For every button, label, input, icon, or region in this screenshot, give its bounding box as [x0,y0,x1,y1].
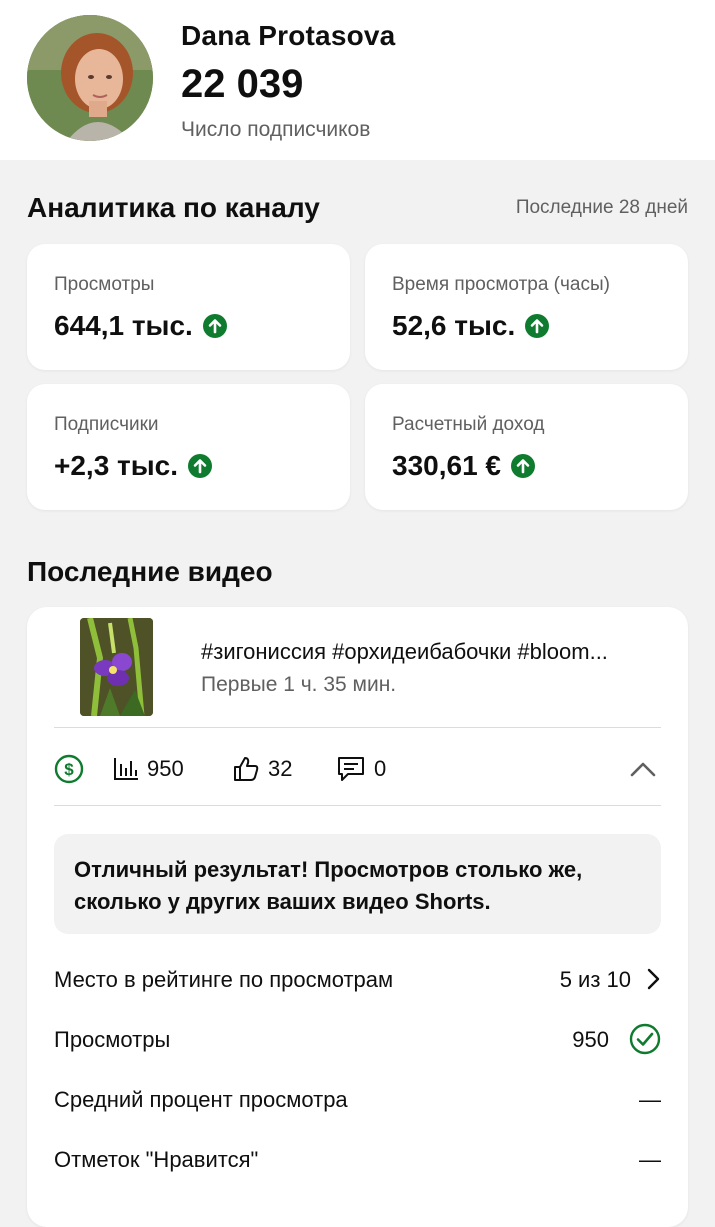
video-title[interactable]: #зигониссия #орхидеибабочки #bloom... [201,639,671,665]
divider [54,805,661,806]
views-stat: 950 [113,753,184,785]
detail-value: 5 из 10 [559,967,631,992]
metric-card-views[interactable]: Просмотры 644,1 тыс. [27,244,350,370]
avatar-image [27,15,153,141]
trend-up-icon [511,454,535,478]
detail-row-avg-percent: Средний процент просмотра — [54,1079,661,1119]
channel-avatar[interactable] [27,15,153,141]
detail-row-views: Просмотры 950 [54,1019,661,1059]
recent-videos-title: Последние видео [27,556,273,587]
monetization-status: $ [54,753,84,785]
analytics-title: Аналитика по каналу [27,192,320,223]
metric-label: Расчетный доход [392,414,545,435]
metric-label: Просмотры [54,274,155,295]
channel-name: Dana Protasova [181,20,396,51]
detail-row-ranking[interactable]: Место в рейтинге по просмотрам 5 из 10 [54,959,661,999]
chevron-right-icon [645,967,661,996]
metric-value-row: 52,6 тыс. [392,310,550,342]
comment-icon [338,757,364,781]
divider [54,727,661,728]
trend-up-icon [188,454,213,478]
likes-count: 32 [268,756,293,781]
metric-card-watch-time[interactable]: Время просмотра (часы) 52,6 тыс. [365,244,688,370]
metric-card-subscribers[interactable]: Подписчики +2,3 тыс. [27,384,350,510]
check-circle-icon [629,1023,661,1060]
metric-value: +2,3 тыс. [54,450,179,481]
trend-up-icon [202,314,227,338]
chevron-up-icon [630,762,656,777]
metric-label: Подписчики [54,414,159,435]
orchid-thumbnail-image [80,618,153,716]
collapse-button[interactable] [625,753,661,785]
trend-up-icon [525,314,550,338]
metric-label: Время просмотра (часы) [392,274,610,295]
detail-value: 950 [572,1027,609,1052]
likes-stat: 32 [232,753,292,785]
metric-value: 52,6 тыс. [392,310,516,341]
detail-label: Место в рейтинге по просмотрам [54,967,394,992]
detail-row-likes: Отметок "Нравится" — [54,1139,661,1179]
analytics-period: Последние 28 дней [515,197,688,218]
detail-value: — [639,1087,661,1112]
video-thumbnail[interactable] [80,618,153,716]
performance-feedback: Отличный результат! Просмотров столько ж… [54,834,661,934]
detail-value: — [639,1147,661,1172]
thumbs-up-icon [234,757,259,781]
detail-label: Просмотры [54,1027,171,1052]
video-age: Первые 1 ч. 35 мин. [201,673,397,696]
feedback-text: Отличный результат! Просмотров столько ж… [74,857,583,914]
metric-value-row: +2,3 тыс. [54,450,213,482]
dollar-circle-icon: $ [54,754,84,784]
bar-chart-icon [114,758,138,780]
comments-count: 0 [374,756,387,781]
comments-stat: 0 [336,753,386,785]
svg-text:$: $ [64,760,74,779]
detail-label: Средний процент просмотра [54,1087,348,1112]
metric-value: 644,1 тыс. [54,310,193,341]
detail-label: Отметок "Нравится" [54,1147,259,1172]
metric-value: 330,61 € [392,450,501,481]
video-card: #зигониссия #орхидеибабочки #bloom... Пе… [27,607,688,1227]
subscriber-label: Число подписчиков [181,118,371,141]
metric-value-row: 644,1 тыс. [54,310,227,342]
metric-card-revenue[interactable]: Расчетный доход 330,61 € [365,384,688,510]
metric-value-row: 330,61 € [392,450,535,482]
views-count: 950 [147,756,184,781]
channel-header: Dana Protasova 22 039 Число подписчиков [0,0,715,160]
subscriber-count: 22 039 [181,62,304,106]
